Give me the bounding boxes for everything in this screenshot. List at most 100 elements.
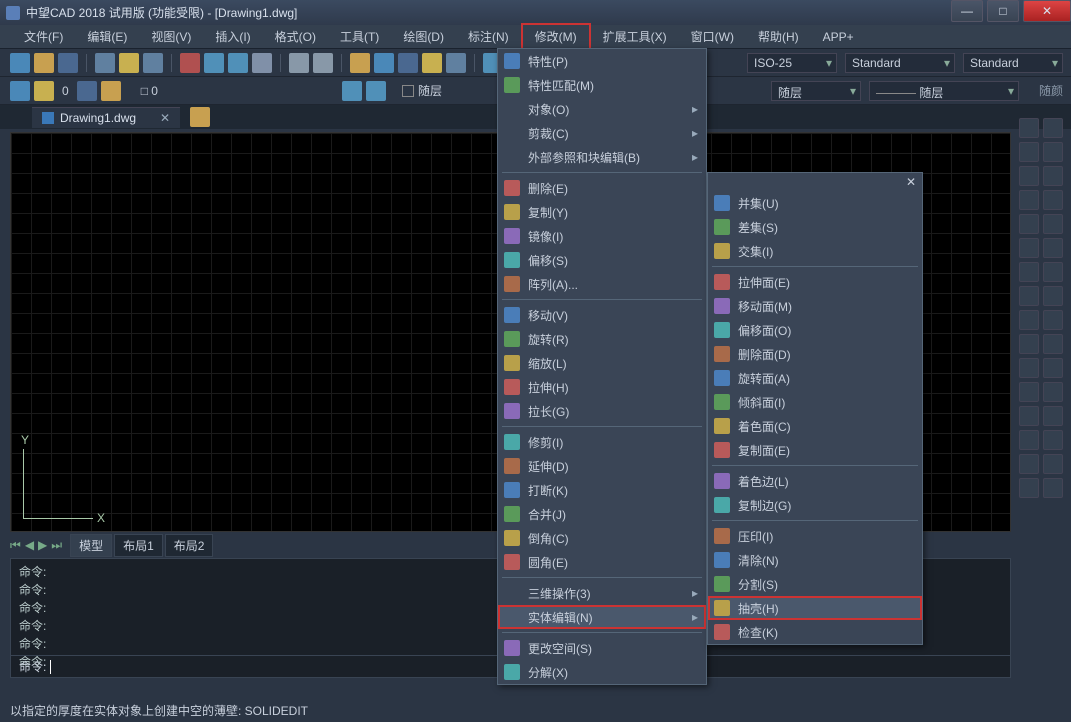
new-tab-icon[interactable] [190, 107, 210, 127]
palette-tool-12[interactable] [1019, 262, 1039, 282]
menu-item[interactable]: 交集(I) [708, 239, 922, 263]
palette-tool-24[interactable] [1019, 406, 1039, 426]
menu-item[interactable]: 移动(V) [498, 303, 706, 327]
layer-dropdown[interactable]: 随层 [771, 81, 861, 101]
menu-item[interactable]: 分割(S) [708, 572, 922, 596]
menu-item[interactable]: 着色面(C) [708, 414, 922, 438]
palette-tool-9[interactable] [1043, 214, 1063, 234]
menu-item[interactable]: 打断(K) [498, 478, 706, 502]
menu-item[interactable]: 移动面(M) [708, 294, 922, 318]
palette-tool-27[interactable] [1043, 430, 1063, 450]
menu-item[interactable]: 清除(N) [708, 548, 922, 572]
menu-item[interactable]: 复制边(G) [708, 493, 922, 517]
layerstate-icon[interactable] [34, 81, 54, 101]
menu-item[interactable]: 拉伸(H) [498, 375, 706, 399]
menu-item[interactable]: 剪裁(C)▸ [498, 121, 706, 145]
palette-tool-30[interactable] [1019, 478, 1039, 498]
palette-tool-18[interactable] [1019, 334, 1039, 354]
menu-窗口(W)[interactable]: 窗口(W) [679, 25, 746, 48]
menu-item[interactable]: 镜像(I) [498, 224, 706, 248]
palette-tool-4[interactable] [1019, 166, 1039, 186]
layerprops-icon[interactable] [10, 81, 30, 101]
menu-item[interactable]: 差集(S) [708, 215, 922, 239]
last-arrow-icon[interactable]: ⏭ [51, 538, 62, 553]
menu-item[interactable]: 旋转(R) [498, 327, 706, 351]
maximize-button[interactable]: □ [987, 0, 1019, 22]
palette-tool-14[interactable] [1019, 286, 1039, 306]
menu-item[interactable]: 并集(U) [708, 191, 922, 215]
document-tab[interactable]: Drawing1.dwg ✕ [32, 107, 180, 128]
palette-tool-2[interactable] [1019, 142, 1039, 162]
menu-item[interactable]: 拉伸面(E) [708, 270, 922, 294]
block-icon[interactable] [342, 81, 362, 101]
palette-tool-15[interactable] [1043, 286, 1063, 306]
palette-tool-31[interactable] [1043, 478, 1063, 498]
menu-item[interactable]: 分解(X) [498, 660, 706, 684]
save-icon[interactable] [58, 53, 78, 73]
palette-tool-6[interactable] [1019, 190, 1039, 210]
menu-绘图(D)[interactable]: 绘图(D) [391, 25, 456, 48]
dimstyle-dropdown[interactable]: ISO-25 [747, 53, 837, 73]
menu-插入(I)[interactable]: 插入(I) [203, 25, 262, 48]
menu-item[interactable]: 修剪(I) [498, 430, 706, 454]
palette-tool-0[interactable] [1019, 118, 1039, 138]
palette-tool-3[interactable] [1043, 142, 1063, 162]
palette-tool-16[interactable] [1019, 310, 1039, 330]
menu-item[interactable]: 检查(K) [708, 620, 922, 644]
palette-tool-25[interactable] [1043, 406, 1063, 426]
menu-文件(F)[interactable]: 文件(F) [12, 25, 75, 48]
palette-tool-26[interactable] [1019, 430, 1039, 450]
menu-格式(O)[interactable]: 格式(O) [263, 25, 328, 48]
palette-tool-19[interactable] [1043, 334, 1063, 354]
menu-item[interactable]: 外部参照和块编辑(B)▸ [498, 145, 706, 169]
menu-编辑(E)[interactable]: 编辑(E) [75, 25, 139, 48]
menu-item[interactable]: 偏移面(O) [708, 318, 922, 342]
menu-item[interactable]: 删除面(D) [708, 342, 922, 366]
print-icon[interactable] [95, 53, 115, 73]
copy-icon[interactable] [204, 53, 224, 73]
menu-item[interactable]: 特性(P) [498, 49, 706, 73]
menu-item[interactable]: 倒角(C) [498, 526, 706, 550]
palette-tool-17[interactable] [1043, 310, 1063, 330]
menu-item[interactable]: 三维操作(3)▸ [498, 581, 706, 605]
menu-item[interactable]: 缩放(L) [498, 351, 706, 375]
layout-tab[interactable]: 布局2 [165, 534, 214, 557]
zoomext-icon[interactable] [446, 53, 466, 73]
tablestyle-dropdown[interactable]: Standard [963, 53, 1063, 73]
menu-item[interactable]: 阵列(A)... [498, 272, 706, 296]
layout-tab[interactable]: 布局1 [114, 534, 163, 557]
layertool2-icon[interactable] [101, 81, 121, 101]
redo-icon[interactable] [313, 53, 333, 73]
menu-item[interactable]: 对象(O)▸ [498, 97, 706, 121]
menu-扩展工具(X)[interactable]: 扩展工具(X) [591, 25, 679, 48]
zoomout-icon[interactable] [422, 53, 442, 73]
menu-item[interactable]: 旋转面(A) [708, 366, 922, 390]
menu-item[interactable]: 偏移(S) [498, 248, 706, 272]
menu-item[interactable]: 复制(Y) [498, 200, 706, 224]
new-icon[interactable] [10, 53, 30, 73]
menu-item[interactable]: 着色边(L) [708, 469, 922, 493]
palette-tool-21[interactable] [1043, 358, 1063, 378]
layout-tab[interactable]: 模型 [70, 534, 112, 557]
pan-icon[interactable] [350, 53, 370, 73]
menu-帮助(H)[interactable]: 帮助(H) [746, 25, 811, 48]
menu-APP+[interactable]: APP+ [811, 27, 866, 47]
cut-icon[interactable] [180, 53, 200, 73]
menu-item[interactable]: 删除(E) [498, 176, 706, 200]
menu-item[interactable]: 复制面(E) [708, 438, 922, 462]
lineweight-dropdown[interactable]: 随层 [869, 81, 1019, 101]
palette-tool-20[interactable] [1019, 358, 1039, 378]
palette-tool-8[interactable] [1019, 214, 1039, 234]
submenu-close-icon[interactable]: ✕ [906, 175, 916, 189]
preview-icon[interactable] [119, 53, 139, 73]
palette-tool-29[interactable] [1043, 454, 1063, 474]
paste-icon[interactable] [228, 53, 248, 73]
menu-item[interactable]: 抽壳(H) [708, 596, 922, 620]
layertool3-icon[interactable]: □ 0 [141, 84, 158, 98]
menu-标注(N)[interactable]: 标注(N) [456, 25, 521, 48]
layertool-icon[interactable] [77, 81, 97, 101]
palette-tool-23[interactable] [1043, 382, 1063, 402]
undo-icon[interactable] [289, 53, 309, 73]
palette-tool-10[interactable] [1019, 238, 1039, 258]
next-arrow-icon[interactable]: ▶ [38, 538, 47, 552]
